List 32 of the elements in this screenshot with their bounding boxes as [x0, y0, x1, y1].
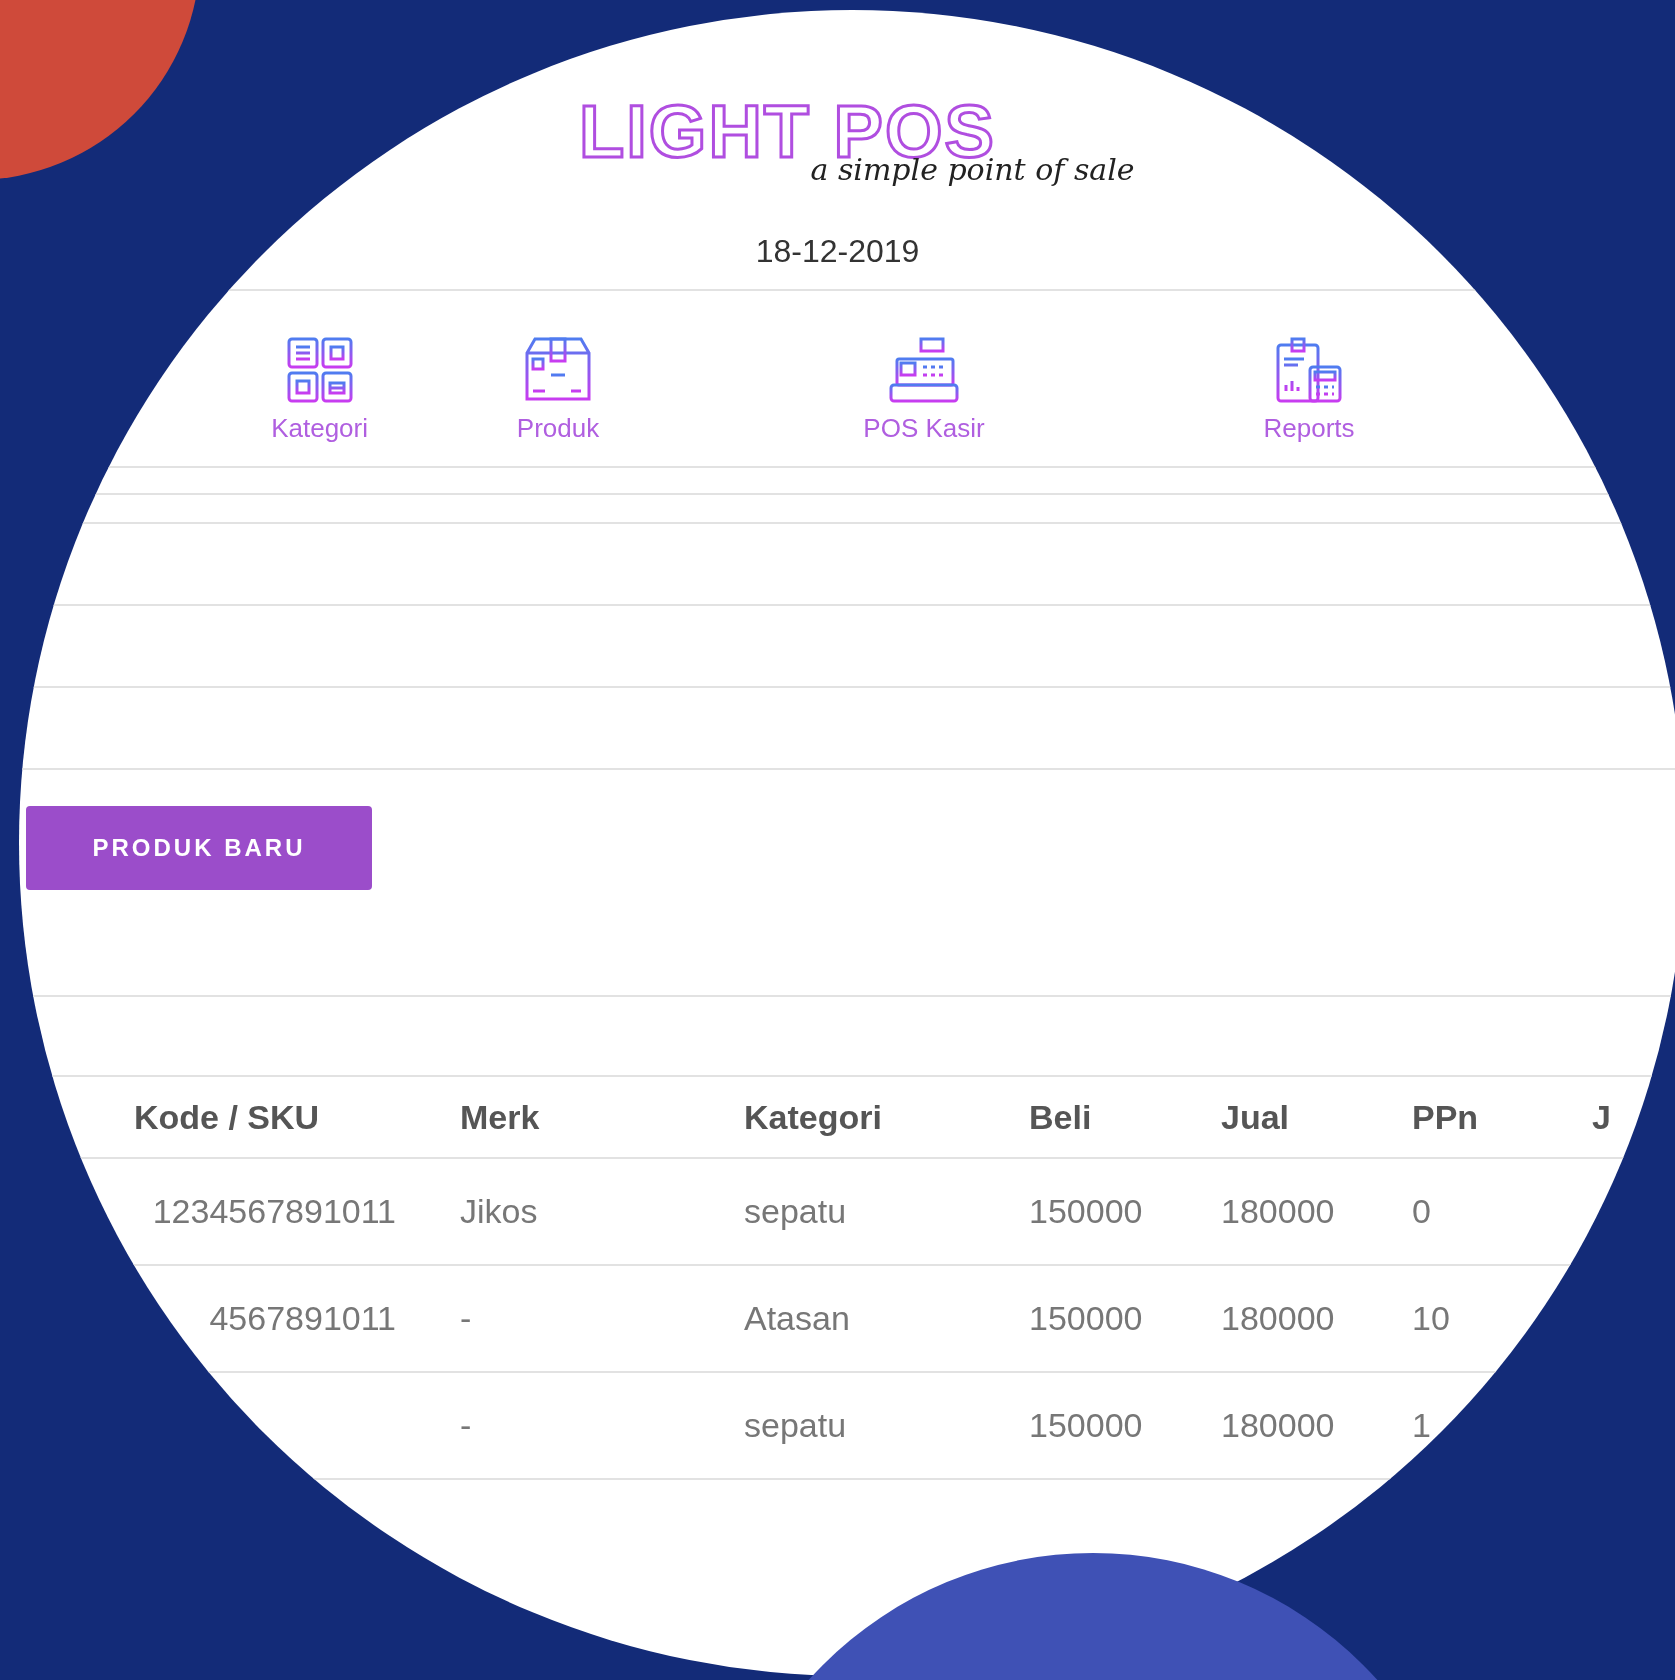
nav-link[interactable]: Produk — [368, 335, 748, 452]
table-cell: 0 — [1412, 1192, 1431, 1230]
date-text: 18-12-2019 — [754, 232, 921, 271]
table-cell: 180000 — [1221, 1192, 1335, 1230]
table-cell: 180000 — [1221, 1406, 1335, 1444]
column-header: Beli — [1029, 1097, 1092, 1136]
table-cell: Atasan — [744, 1299, 850, 1337]
nav-link[interactable]: Kategori — [271, 335, 368, 452]
table-cell: 10 — [1412, 1299, 1450, 1337]
column-header: Kategori — [744, 1097, 882, 1136]
nav-link[interactable]: Reports — [1100, 335, 1518, 452]
table-cell: - — [460, 1299, 472, 1337]
nav-link[interactable]: POS Kasir — [748, 335, 1100, 452]
new-product-button[interactable]: PRODUK BARU — [26, 806, 372, 890]
table-cell: Jikos — [460, 1192, 538, 1230]
table-cell: 4567891011 — [209, 1299, 396, 1337]
table-cell: 1 — [1412, 1406, 1431, 1444]
clipboard-chart-icon — [1274, 335, 1344, 405]
table-cell: - — [460, 1406, 472, 1444]
column-header: Merk — [460, 1097, 540, 1136]
column-header: Kode / SKU — [134, 1097, 320, 1136]
cash-register-icon — [889, 335, 959, 405]
table-cell: sepatu — [744, 1406, 847, 1444]
column-header: PPn — [1412, 1097, 1479, 1136]
table-cell: 150000 — [1029, 1192, 1143, 1230]
column-header: J — [1592, 1097, 1611, 1136]
table-cell: 150000 — [1029, 1299, 1143, 1337]
table-cell: sepatu — [744, 1192, 847, 1230]
table-cell: 180000 — [1221, 1299, 1335, 1337]
table-cell: 150000 — [1029, 1406, 1143, 1444]
column-header: Jual — [1221, 1097, 1290, 1136]
table-cell: 1234567891011 — [152, 1192, 396, 1230]
